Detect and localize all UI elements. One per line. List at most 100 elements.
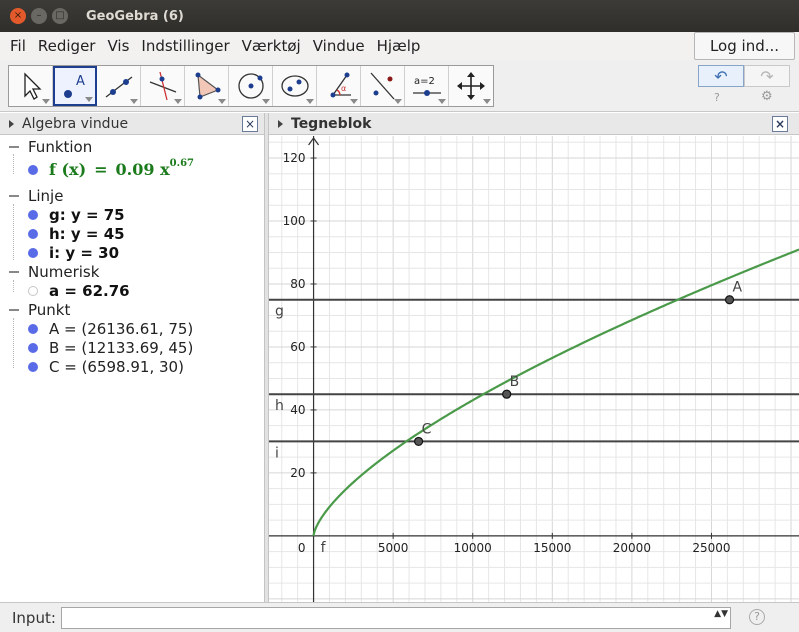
move-tool-icon <box>23 72 42 100</box>
y-tick-label: 100 <box>283 214 306 228</box>
line-h-item[interactable]: h: y = 45 <box>28 225 125 243</box>
circle-tool-button[interactable] <box>229 66 273 106</box>
input-label: Input: <box>12 608 56 627</box>
point-C-label: C <box>422 421 432 437</box>
window-title: GeoGebra (6) <box>86 8 184 24</box>
redo-icon: ↷ <box>760 66 774 86</box>
close-icon: × <box>774 117 786 131</box>
x-tick-label: 15000 <box>533 541 571 555</box>
category-point[interactable]: Punkt <box>9 301 70 319</box>
toolbar: A α a=2 ↶ ↷ ? ⚙ <box>0 60 799 112</box>
category-numeric-label: Numerisk <box>28 263 100 281</box>
move-graphics-tool-button[interactable] <box>449 66 493 106</box>
visibility-dot[interactable] <box>28 248 38 258</box>
close-window-button[interactable]: × <box>10 8 26 24</box>
line-tool-icon <box>105 76 132 98</box>
line-i-label: i <box>275 445 279 461</box>
point-c-item[interactable]: C = (6598.91, 30) <box>28 358 184 376</box>
visibility-dot[interactable] <box>28 229 38 239</box>
function-f-item[interactable]: f (x) = 0.09 x 0.67 <box>28 158 194 179</box>
menu-vindue[interactable]: Vindue <box>309 37 369 55</box>
menu-hjaelp[interactable]: Hjælp <box>373 37 425 55</box>
polygon-tool-icon <box>195 72 220 100</box>
line-h-label: h <box>275 398 284 414</box>
visibility-dot[interactable] <box>28 164 38 175</box>
visibility-dot[interactable] <box>28 362 38 372</box>
graphics-panel-header: Tegneblok × <box>269 113 799 135</box>
algebra-panel-header: Algebra vindue × <box>0 113 264 135</box>
graphics-view[interactable]: 20 40 60 80 100 120 5000 10000 15000 20000 25000 0 g… <box>269 136 799 602</box>
point-tool-button[interactable]: A <box>53 66 97 106</box>
minimize-icon: – <box>36 10 42 21</box>
graphics-close-button[interactable]: × <box>772 116 788 132</box>
undo-redo-group: ↶ ↷ <box>698 65 790 87</box>
category-line[interactable]: Linje <box>9 187 63 205</box>
point-A <box>724 295 735 305</box>
category-function[interactable]: Funktion <box>9 138 92 156</box>
slider-tool-icon: a=2 <box>412 76 441 96</box>
minimize-window-button[interactable]: – <box>31 8 47 24</box>
y-tick-label: 120 <box>283 151 306 165</box>
svg-text:α: α <box>341 84 346 93</box>
visibility-dot[interactable] <box>28 343 38 353</box>
point-tool-label: A <box>76 74 85 89</box>
redo-button[interactable]: ↷ <box>744 65 790 87</box>
point-C <box>413 436 424 447</box>
line-i-item[interactable]: i: y = 30 <box>28 244 119 262</box>
login-button[interactable]: Log ind... <box>694 32 795 60</box>
toolbar-help-icon[interactable]: ? <box>714 91 720 104</box>
menu-indstillinger[interactable]: Indstillinger <box>137 37 233 55</box>
y-tick-label: 60 <box>290 340 305 354</box>
function-f-rhs: 0.09 x <box>115 160 170 179</box>
visibility-dot[interactable] <box>28 210 38 220</box>
numeric-a-item[interactable]: a = 62.76 <box>28 282 130 300</box>
origin-label: 0 <box>298 541 306 555</box>
algebra-close-button[interactable]: × <box>242 116 258 132</box>
reflect-tool-button[interactable] <box>361 66 405 106</box>
polygon-tool-button[interactable] <box>185 66 229 106</box>
menu-fil[interactable]: Fil <box>6 37 30 55</box>
point-a-item[interactable]: A = (26136.61, 75) <box>28 320 193 338</box>
maximize-window-button[interactable]: □ <box>52 8 68 24</box>
graphics-canvas[interactable]: 20 40 60 80 100 120 5000 10000 15000 20000 25000 0 g… <box>269 136 799 602</box>
ellipse-tool-button[interactable] <box>273 66 317 106</box>
line-g-item[interactable]: g: y = 75 <box>28 206 125 224</box>
move-tool-button[interactable] <box>9 66 53 106</box>
menu-rediger[interactable]: Rediger <box>34 37 100 55</box>
input-field[interactable]: ▲▼ <box>61 607 731 629</box>
angle-tool-icon: α <box>330 72 351 98</box>
y-tick-label: 20 <box>290 466 305 480</box>
reflect-tool-icon <box>370 72 394 100</box>
category-numeric[interactable]: Numerisk <box>9 263 99 281</box>
point-B-label: B <box>510 374 520 390</box>
maximize-icon: □ <box>55 10 65 21</box>
ellipse-tool-icon <box>280 75 309 97</box>
perpendicular-tool-button[interactable] <box>141 66 185 106</box>
function-f-equals: = <box>94 160 108 179</box>
settings-gear-icon[interactable]: ⚙ <box>761 89 773 104</box>
function-f-exponent: 0.67 <box>169 158 194 169</box>
circle-tool-icon <box>237 73 264 99</box>
menu-bar: Fil Rediger Vis Indstillinger Værktøj Vi… <box>0 32 799 60</box>
function-f-curve <box>312 248 799 537</box>
input-help-icon[interactable]: ? <box>749 609 765 625</box>
move-graphics-tool-icon <box>457 72 485 100</box>
graphics-collapse-arrow-icon[interactable] <box>278 119 283 128</box>
line-tool-button[interactable] <box>97 66 141 106</box>
undo-button[interactable]: ↶ <box>698 65 744 87</box>
menu-vis[interactable]: Vis <box>103 37 133 55</box>
perpendicular-tool-icon <box>149 71 176 101</box>
slider-tool-button[interactable]: a=2 <box>405 66 449 106</box>
visibility-dot[interactable] <box>28 324 38 334</box>
point-b-item[interactable]: B = (12133.69, 45) <box>28 339 193 357</box>
angle-tool-button[interactable]: α <box>317 66 361 106</box>
numeric-a-text: a = 62.76 <box>49 282 130 300</box>
visibility-dot[interactable] <box>28 286 38 296</box>
line-g-label: g <box>275 304 284 320</box>
input-history-icon[interactable]: ▲▼ <box>714 610 728 619</box>
algebra-collapse-arrow-icon[interactable] <box>9 119 14 128</box>
y-tick-label: 80 <box>290 277 305 291</box>
algebra-view: Funktion f (x) = 0.09 x 0.67 Linje g: y … <box>0 136 264 602</box>
menu-vaerktoej[interactable]: Værktøj <box>238 37 305 55</box>
point-A-label: A <box>733 280 743 296</box>
